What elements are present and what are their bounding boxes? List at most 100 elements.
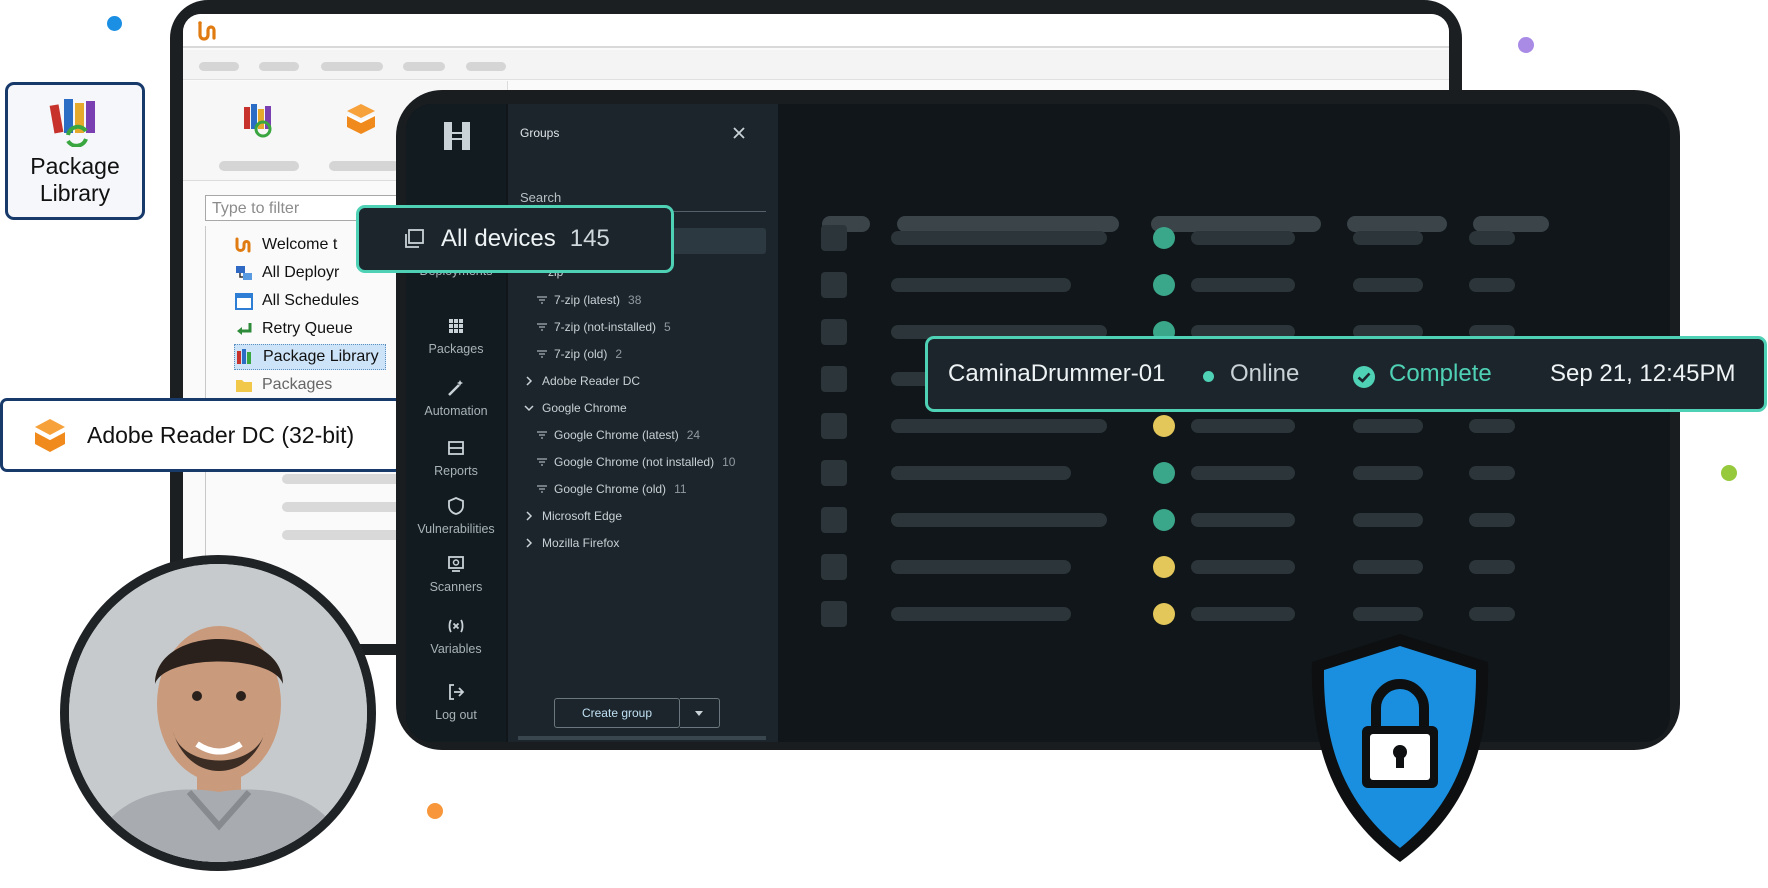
column-header[interactable] <box>1151 216 1321 232</box>
nav-label: Automation <box>424 404 488 418</box>
folder-icon <box>236 380 252 392</box>
search-label: Search <box>520 190 562 205</box>
deployment-status: Complete <box>1389 360 1492 387</box>
device-status-callout[interactable]: CaminaDrummer-01 Online Complete Sep 21,… <box>925 336 1767 412</box>
group-item[interactable]: 7-zip (old) 2 <box>536 344 622 364</box>
nav-packages[interactable]: Packages <box>406 316 506 356</box>
nav-scanners[interactable]: Scanners <box>406 554 506 594</box>
chevron-right-icon <box>526 376 533 386</box>
package-library-icon <box>237 349 251 364</box>
group-folder[interactable]: Microsoft Edge <box>524 506 622 526</box>
group-item[interactable]: Google Chrome (latest) 24 <box>536 425 700 445</box>
tree-item-packages[interactable]: Packages <box>234 372 332 398</box>
nav-variables[interactable]: Variables <box>406 616 506 656</box>
cell-placeholder <box>1191 513 1295 527</box>
package-library-callout: Package Library <box>5 82 145 220</box>
group-count: 2 <box>615 347 623 361</box>
filter-icon <box>537 323 547 331</box>
filter-placeholder: Type to filter <box>212 200 300 217</box>
row-checkbox[interactable] <box>821 225 847 251</box>
menu-item-placeholder[interactable] <box>321 62 383 71</box>
filter-icon <box>537 431 547 439</box>
chevron-right-icon <box>526 538 533 548</box>
menu-item-placeholder[interactable] <box>403 62 445 71</box>
column-header[interactable] <box>1473 216 1549 232</box>
tree-item-label: Package Library <box>263 348 379 365</box>
package-box-icon <box>34 419 66 452</box>
cell-placeholder <box>1191 560 1295 574</box>
menu-item-placeholder[interactable] <box>259 62 299 71</box>
group-item[interactable]: 7-zip (not-installed) 5 <box>536 317 671 337</box>
nav-reports[interactable]: Reports <box>406 438 506 478</box>
group-item[interactable]: Google Chrome (old) 11 <box>536 479 687 499</box>
tree-item-all-schedules[interactable]: All Schedules <box>234 288 359 314</box>
row-checkbox[interactable] <box>821 460 847 486</box>
cell-placeholder <box>891 513 1107 527</box>
tree-item-retry-queue[interactable]: Retry Queue <box>234 316 353 342</box>
group-item[interactable]: 7-zip (latest) 38 <box>536 290 641 310</box>
tree-item-all-deployments[interactable]: All Deployr <box>234 260 339 286</box>
cell-placeholder <box>1191 466 1295 480</box>
logout-icon <box>449 684 465 700</box>
retry-arrow-icon <box>237 323 252 335</box>
nav-label: Scanners <box>429 580 483 594</box>
close-icon[interactable] <box>730 124 748 142</box>
tree-item-welcome[interactable]: Welcome t <box>234 232 337 258</box>
group-label: 7-zip (not-installed) <box>554 320 657 334</box>
row-checkbox[interactable] <box>821 272 847 298</box>
group-count: 24 <box>686 428 701 442</box>
group-folder[interactable]: Mozilla Firefox <box>524 533 619 553</box>
group-folder[interactable]: Google Chrome <box>524 398 627 418</box>
status-dot <box>1153 227 1175 249</box>
shield-outline-icon <box>448 497 464 515</box>
shield-lock-icon <box>1311 634 1489 862</box>
tree-item-placeholder <box>282 474 412 484</box>
chevron-right-icon <box>526 511 533 521</box>
row-checkbox[interactable] <box>821 366 847 392</box>
column-header[interactable] <box>1347 216 1447 232</box>
cell-placeholder <box>1353 419 1423 433</box>
create-group-button[interactable]: Create group <box>554 698 680 728</box>
status-dot <box>1153 509 1175 531</box>
row-checkbox[interactable] <box>821 554 847 580</box>
cell-placeholder <box>1353 607 1423 621</box>
group-folder[interactable]: Adobe Reader DC <box>524 371 640 391</box>
devices-stack-icon <box>405 229 424 248</box>
panel-scrollbar[interactable] <box>518 736 766 740</box>
row-checkbox[interactable] <box>821 319 847 345</box>
cell-placeholder <box>1191 231 1295 245</box>
menu-item-placeholder[interactable] <box>199 62 239 71</box>
column-header[interactable] <box>897 216 1119 232</box>
magic-wand-icon <box>448 380 463 396</box>
reports-icon <box>448 441 464 455</box>
tree-item-label: Retry Queue <box>262 320 353 337</box>
nav-label: Vulnerabilities <box>417 522 495 536</box>
status-dot <box>1153 556 1175 578</box>
cell-placeholder <box>1469 278 1515 292</box>
legacy-titlebar <box>183 14 1449 48</box>
row-checkbox[interactable] <box>821 601 847 627</box>
row-checkbox[interactable] <box>821 507 847 533</box>
cell-placeholder <box>891 466 1071 480</box>
group-item[interactable]: Google Chrome (not installed) 10 <box>536 452 735 472</box>
group-label: Mozilla Firefox <box>542 536 620 550</box>
create-group-dropdown[interactable] <box>680 698 720 728</box>
groups-title: Groups <box>520 126 560 140</box>
tree-item-label: Packages <box>262 376 333 393</box>
row-checkbox[interactable] <box>821 413 847 439</box>
all-devices-label: All devices <box>441 225 556 252</box>
status-dot <box>1153 415 1175 437</box>
package-box-icon[interactable] <box>343 101 379 137</box>
nav-logout[interactable]: Log out <box>406 682 506 722</box>
menu-item-placeholder[interactable] <box>466 62 506 71</box>
nav-automation[interactable]: Automation <box>406 378 506 418</box>
decor-dot-green <box>1721 465 1737 481</box>
nav-vulnerabilities[interactable]: Vulnerabilities <box>406 496 506 536</box>
tree-item-package-library[interactable]: Package Library <box>234 344 386 370</box>
all-devices-callout[interactable]: All devices 145 <box>356 205 674 273</box>
cell-placeholder <box>891 231 1107 245</box>
caret-down-icon <box>695 711 703 716</box>
package-library-label: Package Library <box>30 153 120 206</box>
package-library-icon[interactable] <box>241 101 279 139</box>
status-dot <box>1153 462 1175 484</box>
